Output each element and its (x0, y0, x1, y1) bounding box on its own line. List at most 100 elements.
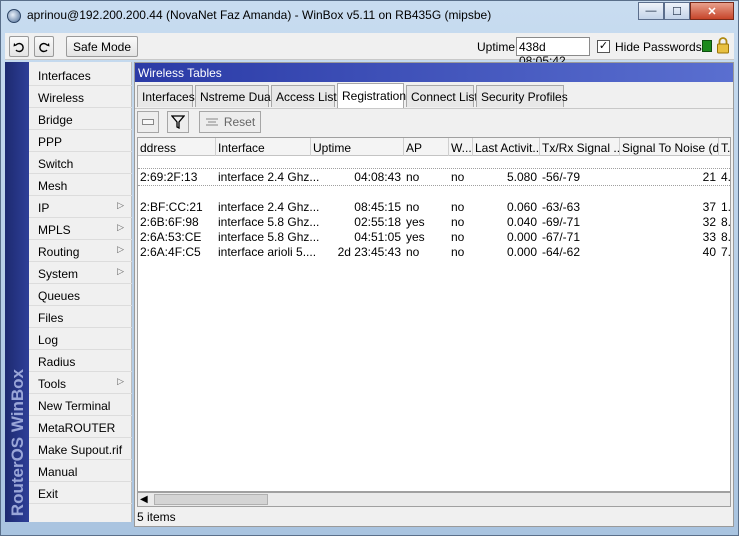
menu-item-log[interactable]: Log (29, 328, 132, 350)
menu-item-label: Make Supout.rif (38, 443, 123, 457)
hide-passwords-checkbox[interactable]: ✓ (597, 40, 610, 53)
table-row[interactable]: 2:6A:53:CE interface 5.8 Ghz... 04:51:05… (138, 229, 731, 244)
filter-button[interactable] (167, 111, 189, 133)
close-button[interactable]: ✕ (690, 2, 734, 20)
cell-last-activity: 0.000 (506, 245, 537, 259)
winbox-window: aprinou@192.200.200.44 (NovaNet Faz Aman… (0, 0, 739, 536)
cell-uptime: 02:55:18 (354, 215, 401, 229)
reset-label: Reset (223, 115, 256, 129)
tab-registration[interactable]: Registration (337, 83, 406, 108)
brand-label: RouterOS WinBox (8, 368, 27, 516)
menu-item-metarouter[interactable]: MetaROUTER (29, 416, 132, 438)
menu-item-bridge[interactable]: Bridge (29, 108, 132, 130)
column-header-signal-to-noise[interactable]: Signal To Noise (d... (620, 138, 719, 156)
cell-last-activity: 5.080 (506, 170, 537, 184)
table-row[interactable]: 2:BF:CC:21 interface 2.4 Ghz... 08:45:15… (138, 199, 730, 214)
cell-interface: interface 5.8 Ghz... (218, 215, 320, 229)
menu-item-system[interactable]: System ▷ (29, 262, 132, 284)
submenu-arrow-icon: ▷ (117, 200, 124, 210)
hide-passwords-label: Hide Passwords (615, 40, 702, 54)
column-header-uptime[interactable]: Uptime (311, 138, 404, 156)
column-header-address[interactable]: ddress (138, 138, 216, 156)
cell-ap: no (406, 200, 420, 214)
menu-item-mesh[interactable]: Mesh (29, 174, 132, 196)
cell-txrx-signal: -64/-62 (542, 245, 581, 259)
menu-item-wireless[interactable]: Wireless (29, 86, 132, 108)
connection-status-icon (702, 40, 712, 52)
main-toolbar: Safe Mode Uptime: 438d 08:05:42 ✓ Hide P… (5, 33, 734, 68)
cell-ap: no (406, 245, 420, 259)
cell-w: no (451, 230, 465, 244)
table-row[interactable]: 2:69:2F:13 interface 2.4 Ghz... 04:08:43… (138, 169, 730, 184)
window-title: aprinou@192.200.200.44 (NovaNet Faz Aman… (27, 8, 492, 22)
menu-item-tools[interactable]: Tools ▷ (29, 372, 132, 394)
tab-access-list[interactable]: Access List (271, 85, 337, 107)
menu-item-label: Tools (38, 377, 67, 391)
menu-item-label: PPP (38, 135, 63, 149)
column-header-w[interactable]: W... (449, 138, 473, 156)
column-header-t[interactable]: T... (719, 138, 730, 156)
menu-item-routing[interactable]: Routing ▷ (29, 240, 132, 262)
column-header-ap[interactable]: AP (404, 138, 449, 156)
scroll-left-icon[interactable]: ◀ (140, 494, 148, 505)
cell-address: 2:6A:53:CE (140, 230, 202, 244)
cell-signal-to-noise: 32 (702, 215, 716, 229)
horizontal-scrollbar[interactable]: ◀ (137, 492, 731, 507)
column-header-last-activity[interactable]: Last Activit... (473, 138, 540, 156)
winbox-app-icon (7, 9, 21, 23)
filter-icon (171, 115, 185, 129)
menu-item-label: System (38, 267, 79, 281)
menu-item-switch[interactable]: Switch (29, 152, 132, 174)
panel-title[interactable]: Wireless Tables (135, 63, 733, 82)
reset-button[interactable]: Reset (199, 111, 261, 133)
cell-address: 2:6A:4F:C5 (140, 245, 201, 259)
menu-item-new-terminal[interactable]: New Terminal (29, 394, 132, 416)
remove-button[interactable] (137, 111, 159, 133)
maximize-button[interactable]: ☐ (664, 2, 690, 20)
menu-item-label: Files (38, 311, 64, 325)
submenu-arrow-icon: ▷ (117, 222, 124, 232)
cell-t: 8... (721, 230, 731, 244)
minimize-button[interactable]: — (638, 2, 664, 20)
menu-item-make-supout[interactable]: Make Supout.rif (29, 438, 132, 460)
title-bar[interactable]: aprinou@192.200.200.44 (NovaNet Faz Aman… (1, 1, 738, 31)
cell-t: 7... (721, 245, 731, 259)
action-bar: Reset (135, 108, 733, 135)
menu-item-files[interactable]: Files (29, 306, 132, 328)
menu-item-label: Routing (38, 245, 80, 259)
cell-ap: yes (406, 230, 425, 244)
cell-signal-to-noise: 33 (702, 230, 716, 244)
tab-connect-list[interactable]: Connect List (406, 85, 478, 107)
item-count-status: 5 items (137, 510, 176, 524)
undo-button[interactable] (9, 36, 29, 57)
tab-security-profiles[interactable]: Security Profiles (476, 85, 568, 107)
menu-item-ip[interactable]: IP ▷ (29, 196, 132, 218)
menu-item-manual[interactable]: Manual (29, 460, 132, 482)
column-header-txrx-signal[interactable]: Tx/Rx Signal ... (540, 138, 620, 156)
tab-interfaces[interactable]: Interfaces (137, 85, 195, 107)
redo-button[interactable] (34, 36, 54, 57)
safe-mode-button[interactable]: Safe Mode (66, 36, 138, 57)
cell-w: no (451, 170, 465, 184)
menu-item-interfaces[interactable]: Interfaces (29, 64, 132, 86)
menu-item-radius[interactable]: Radius (29, 350, 132, 372)
tab-nstreme-dual[interactable]: Nstreme Dual (195, 85, 273, 107)
menu-item-ppp[interactable]: PPP (29, 130, 132, 152)
menu-item-label: Bridge (38, 113, 73, 127)
cell-txrx-signal: -56/-79 (542, 170, 581, 184)
menu-item-mpls[interactable]: MPLS ▷ (29, 218, 132, 240)
cell-ap: yes (406, 215, 425, 229)
main-menu: Interfaces Wireless Bridge PPP Switch Me… (29, 62, 132, 522)
menu-item-label: Exit (38, 487, 59, 501)
table-row[interactable]: 2:6A:4F:C5 interface arioli 5.... 2d 23:… (138, 244, 731, 259)
scroll-thumb[interactable] (154, 494, 268, 505)
column-header-interface[interactable]: Interface (216, 138, 311, 156)
cell-signal-to-noise: 37 (702, 200, 716, 214)
menu-item-queues[interactable]: Queues (29, 284, 132, 306)
menu-item-label: Wireless (38, 91, 85, 105)
menu-item-label: Radius (38, 355, 76, 369)
menu-item-exit[interactable]: Exit (29, 482, 132, 504)
menu-item-label: Interfaces (38, 69, 91, 83)
table-row[interactable]: 2:6B:6F:98 interface 5.8 Ghz... 02:55:18… (138, 214, 730, 229)
cell-interface: interface 5.8 Ghz... (218, 230, 320, 244)
